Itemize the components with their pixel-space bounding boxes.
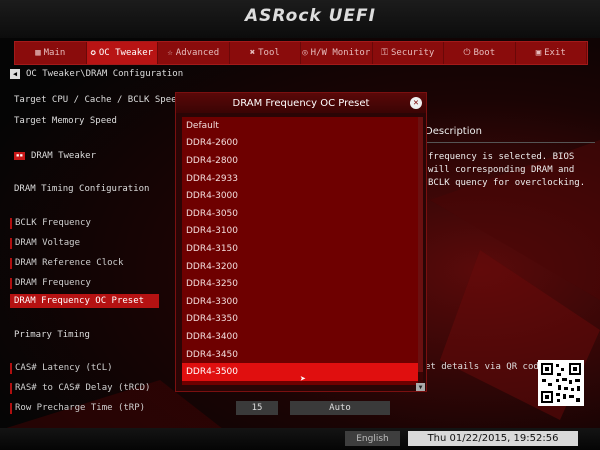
qr-code-icon[interactable] [538, 360, 584, 406]
preset-option[interactable]: DDR4-3450 [182, 346, 418, 364]
oc-preset-dialog: DRAM Frequency OC Preset ✕ Default DDR4-2… [175, 92, 427, 392]
dram-frequency-oc-preset-item[interactable]: DRAM Frequency OC Preset [10, 294, 159, 308]
primary-timing-heading: Primary Timing [14, 330, 90, 340]
row-precharge-mode[interactable]: Auto [290, 401, 390, 415]
target-memory-label: Target Memory Speed [14, 116, 117, 126]
dram-timing-heading: DRAM Timing Configuration [14, 184, 150, 194]
scrollbar-thumb[interactable] [418, 117, 423, 372]
preset-option[interactable]: DDR4-3400 [182, 328, 418, 346]
dram-tweaker-item[interactable]: ▪▪ DRAM Tweaker [14, 151, 96, 161]
preset-option[interactable]: DDR4-3350 [182, 311, 418, 329]
item-marker [10, 218, 12, 229]
datetime-display: Thu 01/22/2015, 19:52:56 [408, 431, 578, 446]
bclk-frequency-item[interactable]: BCLK Frequency [15, 218, 91, 228]
scrollbar[interactable]: ▼ [416, 117, 425, 391]
description-title: Description [425, 126, 595, 143]
dram-tweaker-label: DRAM Tweaker [31, 151, 97, 161]
item-marker [10, 258, 12, 269]
item-marker [10, 403, 12, 414]
target-cpu-label: Target CPU / Cache / BCLK Speed [14, 95, 182, 105]
dram-reference-clock-item[interactable]: DRAM Reference Clock [15, 258, 123, 268]
mouse-cursor-icon: ➤ [300, 374, 307, 385]
preset-option-list: Default DDR4-2600 DDR4-2800 DDR4-2933 DDR4-3… [182, 117, 418, 385]
row-precharge-value[interactable]: 15 [236, 401, 278, 415]
preset-option[interactable]: DDR4-3150 [182, 240, 418, 258]
preset-option[interactable]: DDR4-3050 [182, 205, 418, 223]
preset-option[interactable]: DDR4-3300 [182, 293, 418, 311]
preset-option[interactable]: DDR4-3100 [182, 223, 418, 241]
item-marker [10, 278, 12, 289]
dram-tweaker-icon: ▪▪ [14, 151, 25, 160]
preset-option[interactable]: DDR4-3200 [182, 258, 418, 276]
preset-option[interactable]: DDR4-2600 [182, 135, 418, 153]
item-marker [10, 383, 12, 394]
preset-option[interactable]: DDR4-2800 [182, 152, 418, 170]
preset-option[interactable]: DDR4-3000 [182, 187, 418, 205]
item-marker [10, 238, 12, 249]
dialog-title-text: DRAM Frequency OC Preset [232, 97, 370, 109]
ras-to-cas-item[interactable]: RAS# to CAS# Delay (tRCD) [15, 383, 150, 393]
language-button[interactable]: English [345, 431, 400, 446]
dram-voltage-item[interactable]: DRAM Voltage [15, 238, 80, 248]
qr-code-graphic [541, 363, 581, 403]
scroll-down-icon[interactable]: ▼ [416, 383, 425, 391]
dram-frequency-item[interactable]: DRAM Frequency [15, 278, 91, 288]
description-text: frequency is selected. BIOS will corresp… [428, 152, 586, 188]
row-precharge-item[interactable]: Row Precharge Time (tRP) [15, 403, 145, 413]
preset-option[interactable]: DDR4-2933 [182, 170, 418, 188]
dialog-title: DRAM Frequency OC Preset [176, 93, 426, 113]
preset-option[interactable]: Default [182, 117, 418, 135]
cas-latency-item[interactable]: CAS# Latency (tCL) [15, 363, 113, 373]
item-marker [10, 363, 12, 374]
qr-caption: et details via QR code [425, 362, 545, 372]
close-icon[interactable]: ✕ [410, 97, 422, 109]
preset-option[interactable]: DDR4-3250 [182, 275, 418, 293]
